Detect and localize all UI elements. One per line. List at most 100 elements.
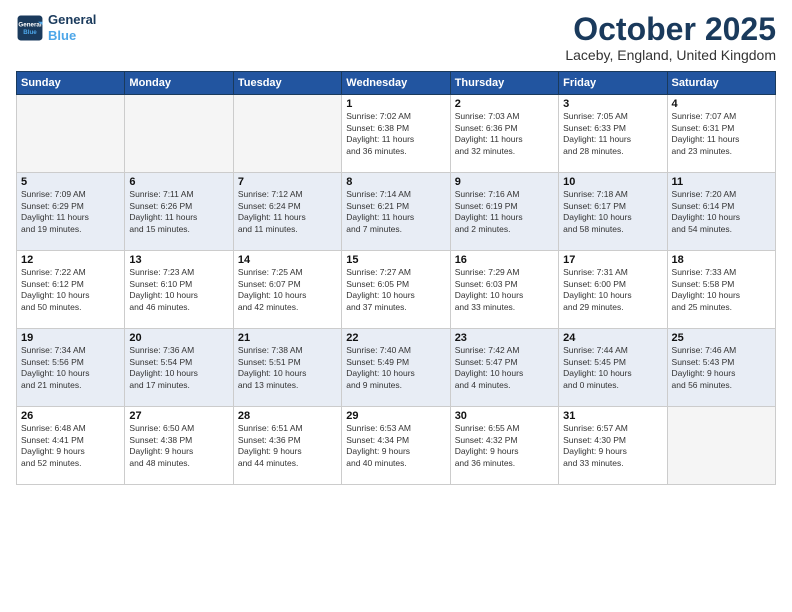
day-info: Sunrise: 7:16 AM Sunset: 6:19 PM Dayligh…	[455, 189, 554, 235]
day-number: 8	[346, 176, 445, 188]
day-number: 22	[346, 332, 445, 344]
calendar-cell	[17, 95, 125, 173]
day-number: 19	[21, 332, 120, 344]
day-number: 18	[672, 254, 771, 266]
day-info: Sunrise: 7:02 AM Sunset: 6:38 PM Dayligh…	[346, 111, 445, 157]
day-number: 28	[238, 410, 337, 422]
calendar-cell: 12Sunrise: 7:22 AM Sunset: 6:12 PM Dayli…	[17, 251, 125, 329]
day-info: Sunrise: 7:22 AM Sunset: 6:12 PM Dayligh…	[21, 267, 120, 313]
location: Laceby, England, United Kingdom	[565, 47, 776, 63]
day-number: 7	[238, 176, 337, 188]
col-header-tuesday: Tuesday	[233, 72, 341, 95]
svg-text:Blue: Blue	[23, 29, 37, 36]
week-row-1: 1Sunrise: 7:02 AM Sunset: 6:38 PM Daylig…	[17, 95, 776, 173]
day-number: 10	[563, 176, 662, 188]
day-info: Sunrise: 7:27 AM Sunset: 6:05 PM Dayligh…	[346, 267, 445, 313]
day-number: 25	[672, 332, 771, 344]
day-number: 11	[672, 176, 771, 188]
day-info: Sunrise: 6:48 AM Sunset: 4:41 PM Dayligh…	[21, 423, 120, 469]
day-info: Sunrise: 7:07 AM Sunset: 6:31 PM Dayligh…	[672, 111, 771, 157]
day-number: 14	[238, 254, 337, 266]
col-header-friday: Friday	[559, 72, 667, 95]
day-number: 31	[563, 410, 662, 422]
day-info: Sunrise: 6:50 AM Sunset: 4:38 PM Dayligh…	[129, 423, 228, 469]
day-info: Sunrise: 7:25 AM Sunset: 6:07 PM Dayligh…	[238, 267, 337, 313]
calendar-cell: 13Sunrise: 7:23 AM Sunset: 6:10 PM Dayli…	[125, 251, 233, 329]
day-number: 12	[21, 254, 120, 266]
calendar-cell: 3Sunrise: 7:05 AM Sunset: 6:33 PM Daylig…	[559, 95, 667, 173]
day-info: Sunrise: 6:55 AM Sunset: 4:32 PM Dayligh…	[455, 423, 554, 469]
calendar-cell: 18Sunrise: 7:33 AM Sunset: 5:58 PM Dayli…	[667, 251, 775, 329]
calendar-cell: 16Sunrise: 7:29 AM Sunset: 6:03 PM Dayli…	[450, 251, 558, 329]
day-number: 2	[455, 98, 554, 110]
day-info: Sunrise: 7:20 AM Sunset: 6:14 PM Dayligh…	[672, 189, 771, 235]
week-row-4: 19Sunrise: 7:34 AM Sunset: 5:56 PM Dayli…	[17, 329, 776, 407]
day-number: 26	[21, 410, 120, 422]
day-info: Sunrise: 7:31 AM Sunset: 6:00 PM Dayligh…	[563, 267, 662, 313]
day-number: 29	[346, 410, 445, 422]
calendar-cell: 25Sunrise: 7:46 AM Sunset: 5:43 PM Dayli…	[667, 329, 775, 407]
calendar-cell: 14Sunrise: 7:25 AM Sunset: 6:07 PM Dayli…	[233, 251, 341, 329]
day-number: 24	[563, 332, 662, 344]
day-number: 23	[455, 332, 554, 344]
day-number: 15	[346, 254, 445, 266]
day-info: Sunrise: 7:12 AM Sunset: 6:24 PM Dayligh…	[238, 189, 337, 235]
day-number: 21	[238, 332, 337, 344]
col-header-thursday: Thursday	[450, 72, 558, 95]
day-info: Sunrise: 7:18 AM Sunset: 6:17 PM Dayligh…	[563, 189, 662, 235]
day-number: 9	[455, 176, 554, 188]
calendar-page: General Blue General Blue October 2025 L…	[0, 0, 792, 612]
title-block: October 2025 Laceby, England, United Kin…	[565, 12, 776, 63]
calendar-cell: 2Sunrise: 7:03 AM Sunset: 6:36 PM Daylig…	[450, 95, 558, 173]
calendar-cell: 29Sunrise: 6:53 AM Sunset: 4:34 PM Dayli…	[342, 407, 450, 485]
day-number: 1	[346, 98, 445, 110]
day-info: Sunrise: 7:46 AM Sunset: 5:43 PM Dayligh…	[672, 345, 771, 391]
logo-icon: General Blue	[16, 14, 44, 42]
day-number: 30	[455, 410, 554, 422]
calendar-cell	[125, 95, 233, 173]
month-title: October 2025	[565, 12, 776, 47]
day-info: Sunrise: 7:36 AM Sunset: 5:54 PM Dayligh…	[129, 345, 228, 391]
day-info: Sunrise: 7:44 AM Sunset: 5:45 PM Dayligh…	[563, 345, 662, 391]
calendar-cell: 15Sunrise: 7:27 AM Sunset: 6:05 PM Dayli…	[342, 251, 450, 329]
calendar-cell: 17Sunrise: 7:31 AM Sunset: 6:00 PM Dayli…	[559, 251, 667, 329]
logo-text-general: General	[48, 12, 96, 28]
calendar-cell: 20Sunrise: 7:36 AM Sunset: 5:54 PM Dayli…	[125, 329, 233, 407]
calendar-cell: 9Sunrise: 7:16 AM Sunset: 6:19 PM Daylig…	[450, 173, 558, 251]
header: General Blue General Blue October 2025 L…	[16, 12, 776, 63]
day-number: 3	[563, 98, 662, 110]
day-info: Sunrise: 6:53 AM Sunset: 4:34 PM Dayligh…	[346, 423, 445, 469]
week-row-5: 26Sunrise: 6:48 AM Sunset: 4:41 PM Dayli…	[17, 407, 776, 485]
calendar-cell: 11Sunrise: 7:20 AM Sunset: 6:14 PM Dayli…	[667, 173, 775, 251]
calendar-cell: 19Sunrise: 7:34 AM Sunset: 5:56 PM Dayli…	[17, 329, 125, 407]
calendar-cell: 10Sunrise: 7:18 AM Sunset: 6:17 PM Dayli…	[559, 173, 667, 251]
day-info: Sunrise: 6:57 AM Sunset: 4:30 PM Dayligh…	[563, 423, 662, 469]
col-header-monday: Monday	[125, 72, 233, 95]
calendar-cell	[233, 95, 341, 173]
day-info: Sunrise: 7:09 AM Sunset: 6:29 PM Dayligh…	[21, 189, 120, 235]
col-header-wednesday: Wednesday	[342, 72, 450, 95]
day-number: 4	[672, 98, 771, 110]
day-info: Sunrise: 7:11 AM Sunset: 6:26 PM Dayligh…	[129, 189, 228, 235]
day-info: Sunrise: 7:14 AM Sunset: 6:21 PM Dayligh…	[346, 189, 445, 235]
day-info: Sunrise: 7:42 AM Sunset: 5:47 PM Dayligh…	[455, 345, 554, 391]
calendar-cell: 8Sunrise: 7:14 AM Sunset: 6:21 PM Daylig…	[342, 173, 450, 251]
calendar-cell: 26Sunrise: 6:48 AM Sunset: 4:41 PM Dayli…	[17, 407, 125, 485]
day-info: Sunrise: 7:34 AM Sunset: 5:56 PM Dayligh…	[21, 345, 120, 391]
calendar-cell: 1Sunrise: 7:02 AM Sunset: 6:38 PM Daylig…	[342, 95, 450, 173]
day-number: 5	[21, 176, 120, 188]
calendar-cell: 27Sunrise: 6:50 AM Sunset: 4:38 PM Dayli…	[125, 407, 233, 485]
calendar-cell	[667, 407, 775, 485]
day-info: Sunrise: 7:23 AM Sunset: 6:10 PM Dayligh…	[129, 267, 228, 313]
day-info: Sunrise: 7:29 AM Sunset: 6:03 PM Dayligh…	[455, 267, 554, 313]
day-number: 13	[129, 254, 228, 266]
svg-text:General: General	[18, 21, 41, 28]
week-row-3: 12Sunrise: 7:22 AM Sunset: 6:12 PM Dayli…	[17, 251, 776, 329]
day-number: 6	[129, 176, 228, 188]
calendar-cell: 22Sunrise: 7:40 AM Sunset: 5:49 PM Dayli…	[342, 329, 450, 407]
day-info: Sunrise: 7:33 AM Sunset: 5:58 PM Dayligh…	[672, 267, 771, 313]
calendar-cell: 28Sunrise: 6:51 AM Sunset: 4:36 PM Dayli…	[233, 407, 341, 485]
week-row-2: 5Sunrise: 7:09 AM Sunset: 6:29 PM Daylig…	[17, 173, 776, 251]
day-info: Sunrise: 7:38 AM Sunset: 5:51 PM Dayligh…	[238, 345, 337, 391]
logo: General Blue General Blue	[16, 12, 96, 43]
